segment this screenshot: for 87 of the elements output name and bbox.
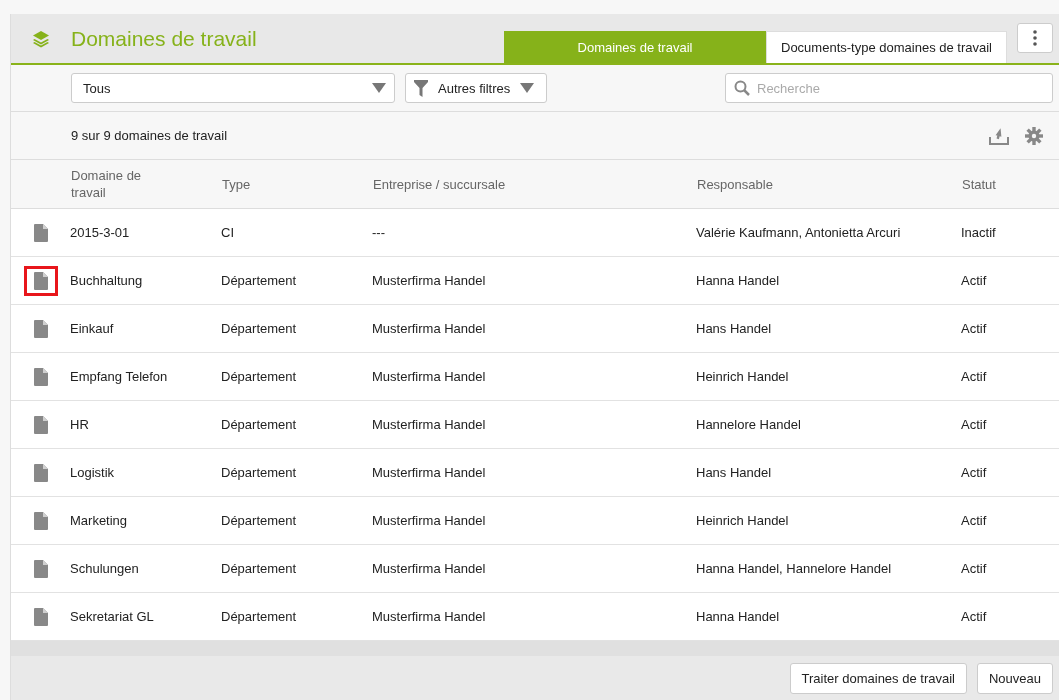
table-cell: Sekretariat GL bbox=[70, 609, 154, 624]
table-cell: 2015-3-01 bbox=[70, 225, 130, 240]
table-row[interactable]: Einkauf Département Musterfirma Handel Hans Handel Actif bbox=[11, 305, 1059, 353]
settings-button[interactable] bbox=[1025, 126, 1043, 145]
table-cell: Département bbox=[221, 465, 297, 480]
table-cell: Heinrich Handel bbox=[696, 369, 789, 384]
table-cell: HR bbox=[70, 417, 89, 432]
caret-icon bbox=[372, 83, 386, 93]
layers-icon bbox=[32, 29, 50, 48]
document-icon bbox=[33, 367, 48, 386]
table-cell: Département bbox=[221, 321, 297, 336]
table-cell: Musterfirma Handel bbox=[372, 321, 486, 336]
table-cell: Actif bbox=[961, 417, 987, 432]
column-header[interactable]: Statut bbox=[962, 176, 996, 192]
table-cell: Actif bbox=[961, 513, 987, 528]
table-cell: Marketing bbox=[70, 513, 128, 528]
document-icon bbox=[33, 319, 48, 338]
table-row[interactable]: 2015-3-01 CI --- Valérie Kaufmann, Antonietta Arcuri Inactif bbox=[11, 209, 1059, 257]
table-cell: Département bbox=[221, 561, 297, 576]
download-icon bbox=[989, 126, 1009, 145]
document-icon bbox=[33, 463, 48, 482]
table-cell: Actif bbox=[961, 273, 987, 288]
table-cell: Schulungen bbox=[70, 561, 139, 576]
table-cell: Musterfirma Handel bbox=[372, 369, 486, 384]
table-cell: Département bbox=[221, 609, 297, 624]
table-row[interactable]: Buchhaltung Département Musterfirma Handel Hanna Handel Actif bbox=[11, 257, 1059, 305]
table-cell: Actif bbox=[961, 321, 987, 336]
search-field[interactable]: Recherche bbox=[725, 73, 1053, 103]
column-header[interactable]: Responsable bbox=[697, 176, 773, 192]
table-cell: Département bbox=[221, 369, 297, 384]
table-cell: Musterfirma Handel bbox=[372, 561, 486, 576]
table-cell: Musterfirma Handel bbox=[372, 417, 486, 432]
document-icon bbox=[33, 415, 48, 434]
table-cell: Empfang Telefon bbox=[70, 369, 168, 384]
table-cell: Département bbox=[221, 273, 297, 288]
table-cell: Hans Handel bbox=[696, 321, 772, 336]
table-cell: Hanna Handel bbox=[696, 609, 780, 624]
document-icon bbox=[33, 271, 48, 290]
table-cell: --- bbox=[372, 225, 385, 240]
export-button[interactable] bbox=[989, 126, 1009, 145]
filter-icon bbox=[414, 79, 428, 97]
action-button[interactable]: Nouveau bbox=[976, 663, 1053, 694]
search-input[interactable]: Recherche bbox=[757, 75, 1044, 101]
column-header[interactable]: Domaine de travail bbox=[71, 167, 161, 201]
more-filters-button[interactable]: Autres filtres bbox=[405, 73, 548, 103]
table-row[interactable]: Schulungen Département Musterfirma Handel Hanna Handel, Hannelore Handel Actif bbox=[11, 545, 1059, 593]
table-cell: Actif bbox=[961, 561, 987, 576]
table-cell: Hannelore Handel bbox=[696, 417, 801, 432]
table-row[interactable]: Marketing Département Musterfirma Handel Heinrich Handel Actif bbox=[11, 497, 1059, 545]
column-header[interactable]: Entreprise / succursale bbox=[373, 176, 506, 192]
more-options-icon bbox=[1033, 30, 1037, 46]
table-cell: Actif bbox=[961, 465, 987, 480]
document-icon bbox=[33, 607, 48, 626]
table-row[interactable]: HR Département Musterfirma Handel Hannelore Handel Actif bbox=[11, 401, 1059, 449]
table-cell: Heinrich Handel bbox=[696, 513, 789, 528]
table-row[interactable]: Logistik Département Musterfirma Handel Hans Handel Actif bbox=[11, 449, 1059, 497]
tab[interactable]: Documents-type domaines de travail bbox=[766, 31, 1007, 63]
search-icon bbox=[734, 80, 750, 96]
table-cell: Département bbox=[221, 513, 297, 528]
table-cell: Hanna Handel, Hannelore Handel bbox=[696, 561, 892, 576]
table-row[interactable]: Empfang Telefon Département Musterfirma Handel Heinrich Handel Actif bbox=[11, 353, 1059, 401]
table-cell: Musterfirma Handel bbox=[372, 465, 486, 480]
action-button[interactable]: Traiter domaines de travail bbox=[789, 663, 967, 694]
document-icon bbox=[33, 223, 48, 242]
settings-icon bbox=[1025, 126, 1043, 145]
column-header[interactable]: Type bbox=[222, 176, 251, 192]
document-icon bbox=[33, 511, 48, 530]
table-cell: Einkauf bbox=[70, 321, 114, 336]
table-cell: Musterfirma Handel bbox=[372, 513, 486, 528]
table-cell: Actif bbox=[961, 609, 987, 624]
table-cell: Musterfirma Handel bbox=[372, 273, 486, 288]
table-cell: Logistik bbox=[70, 465, 115, 480]
table-cell: Actif bbox=[961, 369, 987, 384]
table-cell: Valérie Kaufmann, Antonietta Arcuri bbox=[696, 225, 901, 240]
document-icon bbox=[33, 559, 48, 578]
table-cell: Musterfirma Handel bbox=[372, 609, 486, 624]
table-cell: Buchhaltung bbox=[70, 273, 143, 288]
table-cell: Hans Handel bbox=[696, 465, 772, 480]
page-title: Domaines de travail bbox=[71, 26, 258, 51]
more-options-button[interactable] bbox=[1017, 23, 1053, 53]
filter-dropdown[interactable]: Tous bbox=[71, 73, 395, 103]
table-cell: Hanna Handel bbox=[696, 273, 780, 288]
table-cell: Département bbox=[221, 417, 297, 432]
table-cell: CI bbox=[221, 225, 234, 240]
result-count: 9 sur 9 domaines de travail bbox=[71, 128, 229, 143]
table-cell: Inactif bbox=[961, 225, 996, 240]
caret-icon bbox=[520, 83, 535, 93]
